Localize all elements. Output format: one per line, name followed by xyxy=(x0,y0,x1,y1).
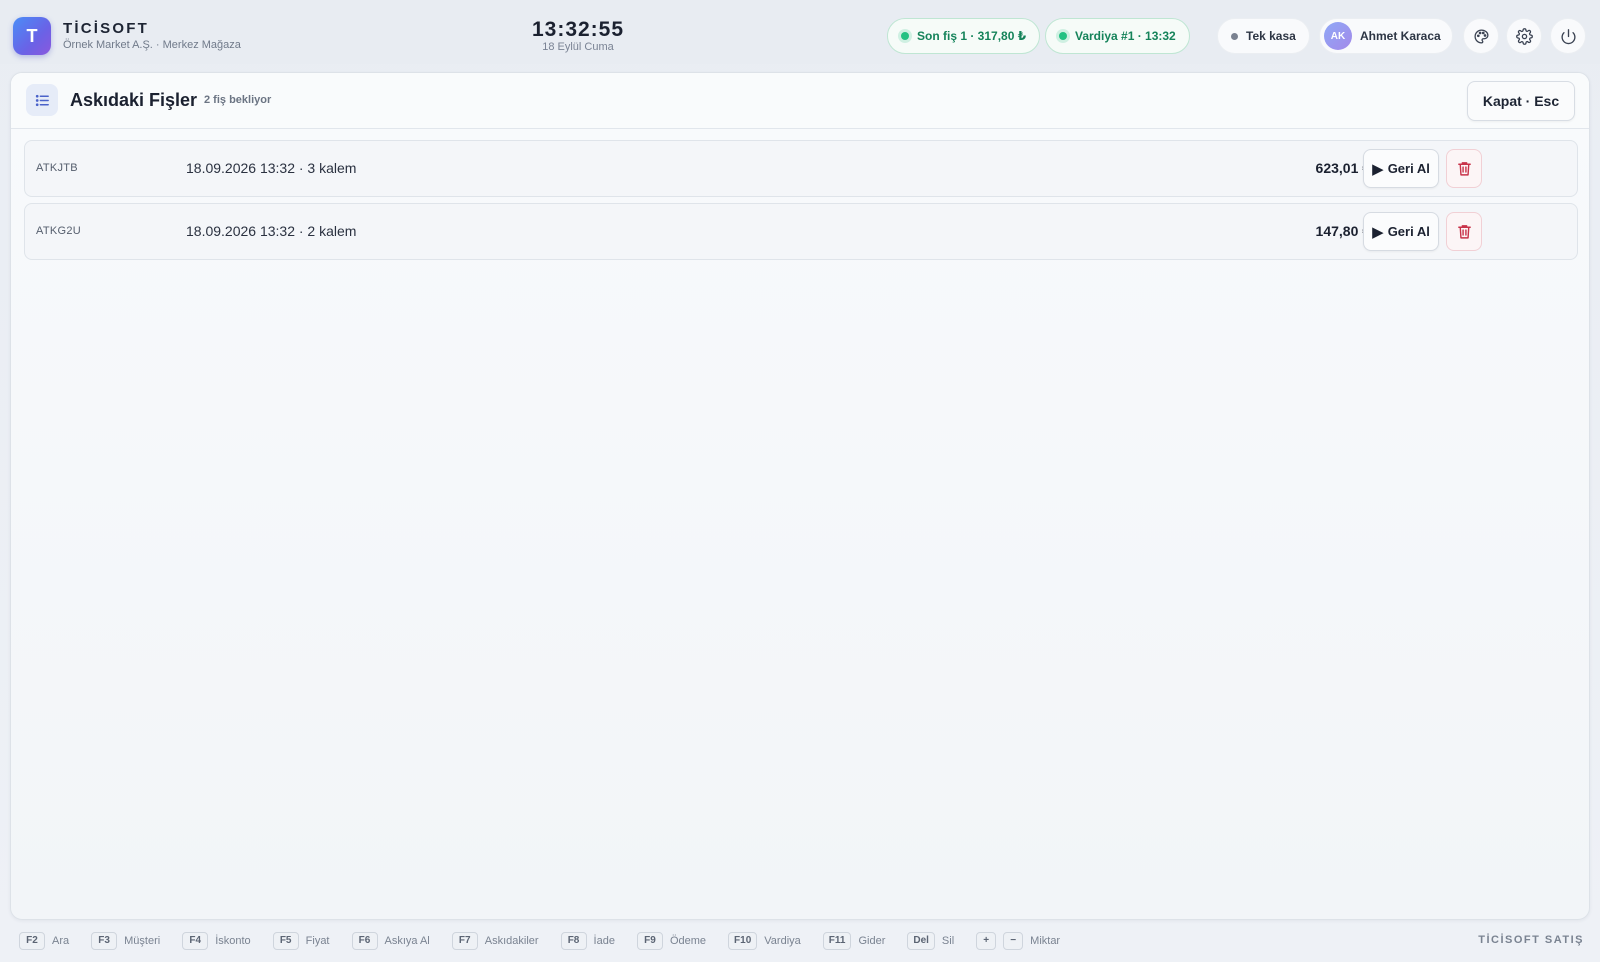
power-icon xyxy=(1561,28,1575,44)
shortcut-label: Askıya Al xyxy=(384,935,430,947)
list-icon-container xyxy=(26,84,58,116)
shortcut-label: Müşteri xyxy=(124,935,161,947)
shortcut-key: F8 xyxy=(560,932,587,950)
shortcut-f3[interactable]: F3 Müşteri xyxy=(91,932,160,950)
shortcut-key: Del xyxy=(907,932,935,950)
status-dot-icon xyxy=(901,32,909,40)
avatar: AK xyxy=(1324,22,1352,50)
last-receipt-label: Son fiş 1 · 317,80 ₺ xyxy=(917,29,1027,43)
play-icon: ▶ xyxy=(1372,223,1384,241)
register-pill[interactable]: Tek kasa xyxy=(1217,18,1310,54)
receipt-info: 18.09.2026 13:32 · 2 kalem xyxy=(186,223,357,239)
shortcut-key: F2 xyxy=(19,932,45,950)
held-receipts-panel: Askıdaki Fişler 2 fiş bekliyor Kapat · E… xyxy=(10,72,1590,920)
last-receipt-pill[interactable]: Son fiş 1 · 317,80 ₺ xyxy=(887,18,1041,54)
status-dot-icon xyxy=(1059,32,1067,40)
shortcut-f2[interactable]: F2 Ara xyxy=(19,932,69,950)
shortcut-label: Sil xyxy=(941,935,955,947)
shortcut-key-minus: − xyxy=(1003,932,1024,950)
list-icon xyxy=(35,94,49,106)
clock-time: 13:32:55 xyxy=(531,18,625,41)
shortcut-label: Ödeme xyxy=(669,935,707,947)
shortcut-key-plus: + xyxy=(976,932,997,950)
user-menu[interactable]: AK Ahmet Karaca xyxy=(1319,18,1453,54)
shortcut-f6[interactable]: F6 Askıya Al xyxy=(351,932,430,950)
delete-button[interactable] xyxy=(1446,149,1482,188)
shortcut-label: İade xyxy=(593,935,615,947)
store-name: Örnek Market A.Ş. · Merkez Mağaza xyxy=(63,39,241,51)
footer-brand: TİCİSOFT SATIŞ xyxy=(1478,934,1584,946)
shortcut-f10[interactable]: F10 Vardiya xyxy=(728,932,801,950)
app-name: TİCİSOFT xyxy=(63,20,149,37)
brand: TİCİSOFT Örnek Market A.Ş. · Merkez Mağa… xyxy=(63,20,241,52)
shortcut-label: Askıdakiler xyxy=(484,935,539,947)
top-bar: T TİCİSOFT Örnek Market A.Ş. · Merkez Ma… xyxy=(0,0,1600,64)
shortcut-label: Vardiya xyxy=(764,935,801,947)
shortcut-label: Miktar xyxy=(1030,935,1061,947)
resume-button[interactable]: ▶ Geri Al xyxy=(1363,212,1439,251)
shortcut-bar: F2 Ara F3 Müşteri F4 İskonto F5 Fiyat F6… xyxy=(0,930,1600,952)
receipt-code: ATKG2U xyxy=(36,225,81,237)
shortcut-key: F6 xyxy=(351,932,378,950)
shortcut-f11[interactable]: F11 Gider xyxy=(822,932,886,950)
shortcut-key: F3 xyxy=(91,932,118,950)
shortcut-label: Ara xyxy=(52,935,70,947)
resume-label: Geri Al xyxy=(1387,161,1430,176)
logout-button[interactable] xyxy=(1550,18,1586,54)
settings-button[interactable] xyxy=(1506,18,1542,54)
app-logo: T xyxy=(13,17,51,55)
delete-button[interactable] xyxy=(1446,212,1482,251)
shortcut-key: F4 xyxy=(182,932,209,950)
clock: 13:32:55 18 Eylül Cuma xyxy=(478,18,678,53)
panel-header: Askıdaki Fişler 2 fiş bekliyor Kapat · E… xyxy=(11,73,1589,129)
page-title: Askıdaki Fişler xyxy=(70,90,198,110)
theme-button[interactable] xyxy=(1463,18,1499,54)
gear-icon xyxy=(1515,27,1533,45)
pending-count-badge: 2 fiş bekliyor xyxy=(204,94,272,106)
palette-icon xyxy=(1473,28,1489,44)
status-dot-icon xyxy=(1231,32,1238,40)
shortcut-f8[interactable]: F8 İade xyxy=(560,932,615,950)
receipt-code: ATKJTB xyxy=(36,162,78,174)
table-row[interactable]: ATKJTB 18.09.2026 13:32 · 3 kalem 623,01… xyxy=(24,140,1578,197)
shortcut-f4[interactable]: F4 İskonto xyxy=(182,932,251,950)
shortcut-label: İskonto xyxy=(215,935,251,947)
register-label: Tek kasa xyxy=(1246,29,1296,43)
receipt-info: 18.09.2026 13:32 · 3 kalem xyxy=(186,160,357,176)
shift-pill[interactable]: Vardiya #1 · 13:32 xyxy=(1045,18,1190,54)
trash-icon xyxy=(1457,225,1471,239)
resume-button[interactable]: ▶ Geri Al xyxy=(1363,149,1439,188)
user-name: Ahmet Karaca xyxy=(1360,29,1441,43)
shortcut-key: F10 xyxy=(728,932,758,950)
shortcut-key: F9 xyxy=(636,932,663,950)
shortcut-f9[interactable]: F9 Ödeme xyxy=(636,932,707,950)
shortcut-f7[interactable]: F7 Askıdakiler xyxy=(451,932,539,950)
shortcut-key: F5 xyxy=(272,932,299,950)
trash-icon xyxy=(1457,162,1471,176)
shortcut-label: Fiyat xyxy=(305,935,330,947)
resume-label: Geri Al xyxy=(1387,224,1430,239)
shortcut-label: Gider xyxy=(858,935,886,947)
shortcut-key: F11 xyxy=(822,932,852,950)
shortcut-f5[interactable]: F5 Fiyat xyxy=(272,932,330,950)
close-button[interactable]: Kapat · Esc xyxy=(1467,81,1575,121)
shortcut-key: F7 xyxy=(451,932,478,950)
table-row[interactable]: ATKG2U 18.09.2026 13:32 · 2 kalem 147,80… xyxy=(24,203,1578,260)
play-icon: ▶ xyxy=(1372,160,1384,178)
shortcut-quantity[interactable]: + − Miktar xyxy=(976,932,1060,950)
shift-label: Vardiya #1 · 13:32 xyxy=(1075,29,1176,43)
shortcut-del[interactable]: Del Sil xyxy=(907,932,954,950)
clock-date: 18 Eylül Cuma xyxy=(542,41,614,53)
